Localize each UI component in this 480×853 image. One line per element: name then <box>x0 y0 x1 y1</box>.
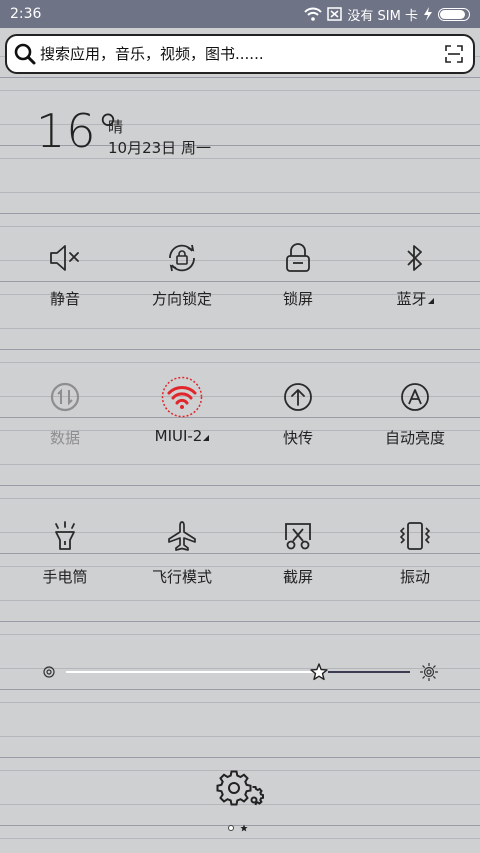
bluetooth-icon <box>393 236 437 280</box>
date-label: 10月23日 周一 <box>108 139 211 157</box>
toggle-label: 振动 <box>399 568 430 586</box>
brightness-low-icon <box>43 666 55 678</box>
vibrate-icon <box>393 514 437 558</box>
toggle-lock-screen[interactable]: 锁屏 <box>238 236 358 326</box>
toggle-screenshot[interactable]: 截屏 <box>238 514 358 604</box>
mobile-data-icon <box>43 375 87 419</box>
toggle-label: 手电筒 <box>42 568 88 586</box>
scan-icon[interactable] <box>445 45 463 63</box>
toggle-label: 静音 <box>49 290 80 308</box>
toggle-vibrate[interactable]: 振动 <box>355 514 475 604</box>
page-dot-star-icon <box>240 824 248 832</box>
auto-brightness-icon <box>393 375 437 419</box>
toggle-mute[interactable]: 静音 <box>5 236 125 326</box>
brightness-high-icon <box>420 663 438 681</box>
page-indicator <box>228 824 248 832</box>
toggle-label-wrap: 蓝牙 <box>355 288 475 309</box>
lock-icon <box>276 236 320 280</box>
flashlight-icon <box>43 514 87 558</box>
no-sim-icon <box>327 7 343 21</box>
battery-level <box>440 9 465 19</box>
toggle-label: 蓝牙 <box>396 290 427 308</box>
toggle-label-wrap: MIUI-2 <box>122 427 242 445</box>
slider-thumb-star-icon[interactable] <box>310 663 328 681</box>
battery-icon <box>438 7 470 21</box>
toggle-quick-transfer[interactable]: 快传 <box>238 375 358 465</box>
toggle-rotation-lock[interactable]: 方向锁定 <box>122 236 242 326</box>
toggle-label: 方向锁定 <box>151 290 212 308</box>
toggle-label: 飞行模式 <box>151 568 212 586</box>
toggle-label: 快传 <box>282 429 313 447</box>
menu-indicator-icon <box>203 435 210 441</box>
page-dot-active <box>228 825 234 831</box>
menu-indicator-icon <box>427 298 434 304</box>
toggle-mobile-data[interactable]: 数据 <box>5 375 125 465</box>
toggle-label: 锁屏 <box>282 290 313 308</box>
slider-track-filled <box>66 671 318 673</box>
status-time: 2:36 <box>10 6 42 22</box>
weather-condition: 晴 <box>108 118 124 136</box>
toggle-label: 自动亮度 <box>384 429 445 447</box>
toggle-bluetooth[interactable]: 蓝牙 <box>355 236 475 326</box>
wifi-icon <box>160 375 204 419</box>
screenshot-icon <box>276 514 320 558</box>
network-status-text: 没有 SIM 卡 <box>347 8 418 24</box>
mute-icon <box>43 236 87 280</box>
search-icon <box>14 43 36 65</box>
toggle-label: 截屏 <box>282 568 313 586</box>
search-input[interactable] <box>36 45 445 63</box>
toggle-airplane-mode[interactable]: 飞行模式 <box>122 514 242 604</box>
toggle-wifi[interactable]: MIUI-2 <box>122 375 242 465</box>
rotation-lock-icon <box>160 236 204 280</box>
settings-gear-icon <box>216 770 264 806</box>
toggle-flashlight[interactable]: 手电筒 <box>5 514 125 604</box>
status-bar: 2:36 没有 SIM 卡 <box>0 0 480 28</box>
brightness-slider[interactable] <box>40 660 440 684</box>
settings-button[interactable] <box>216 770 264 810</box>
quick-transfer-icon <box>276 375 320 419</box>
slider-track <box>328 671 410 673</box>
airplane-icon <box>160 514 204 558</box>
toggle-label: MIUI-2 <box>154 427 203 445</box>
wifi-status-icon <box>304 7 323 21</box>
toggle-label: 数据 <box>49 429 80 447</box>
toggle-auto-brightness[interactable]: 自动亮度 <box>355 375 475 465</box>
charging-icon <box>424 7 432 21</box>
search-bar[interactable] <box>5 34 475 74</box>
